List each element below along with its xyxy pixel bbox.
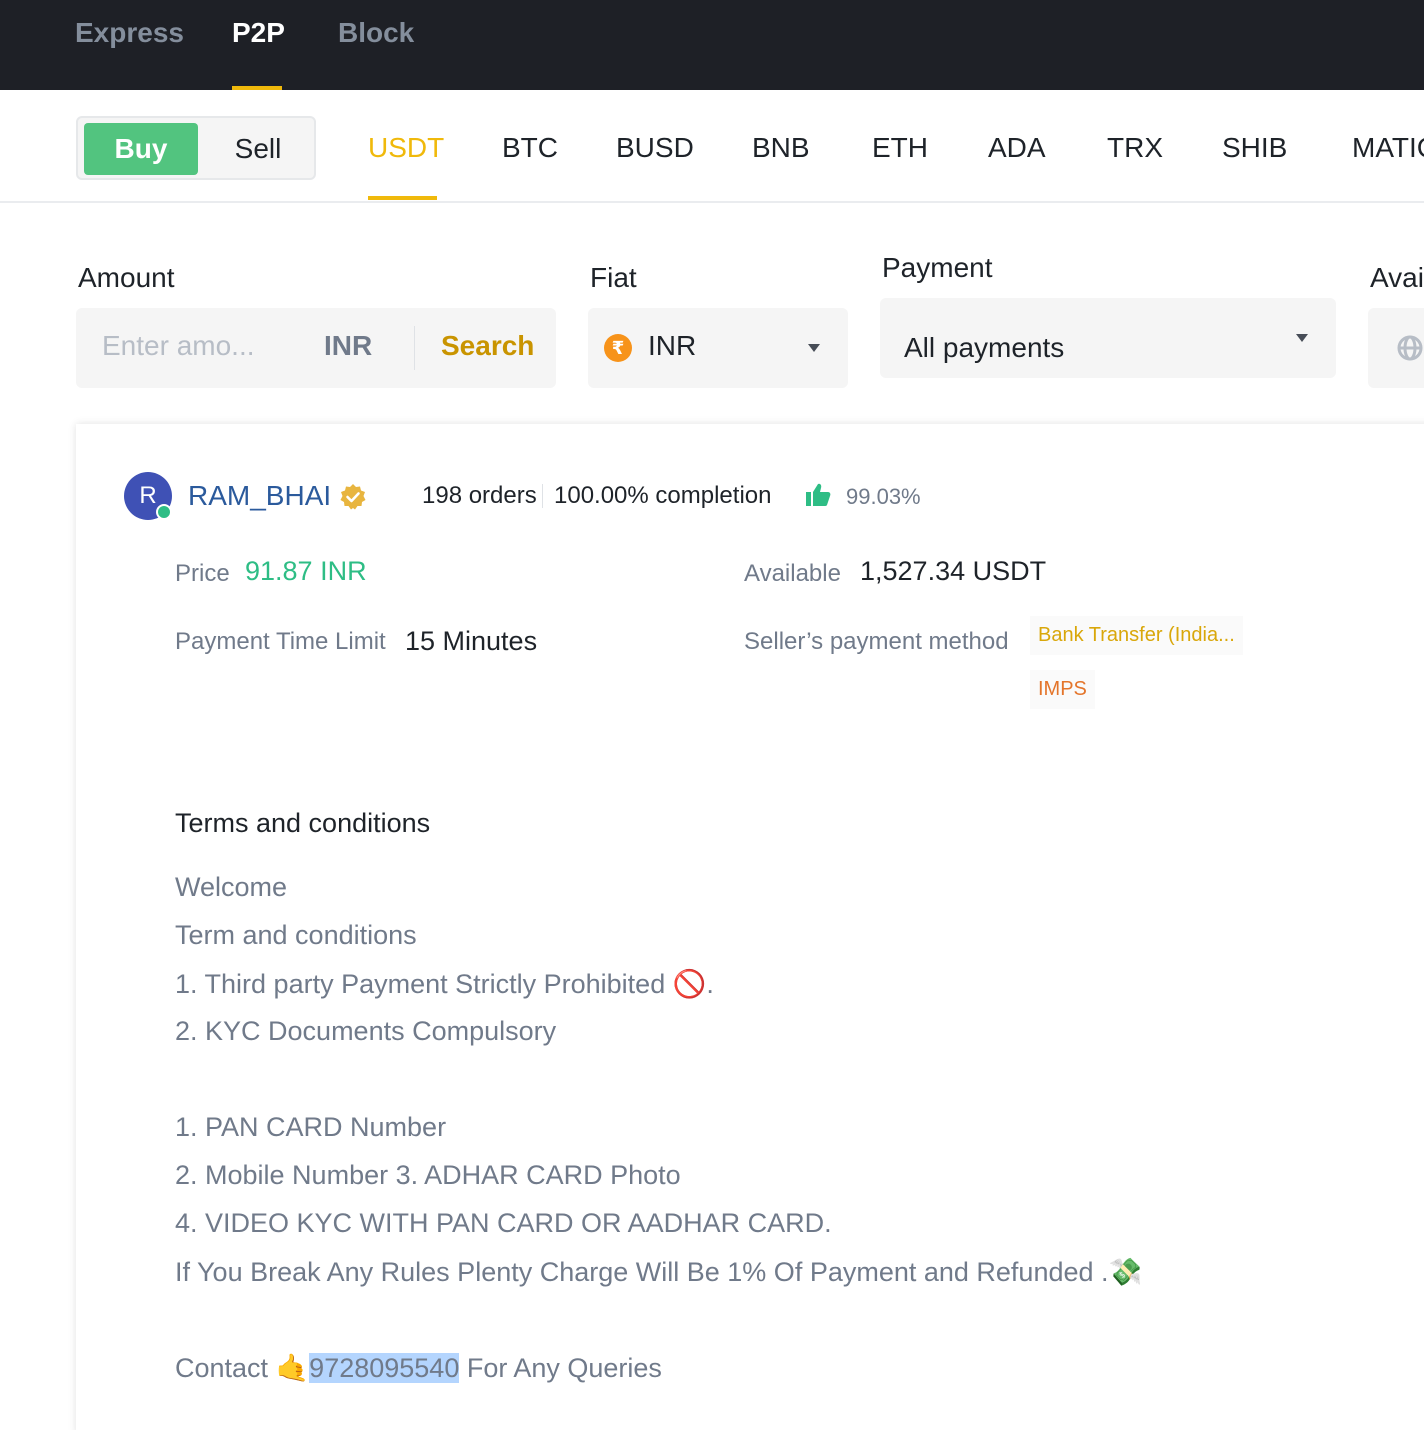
available-label: Available [744,560,841,587]
active-coin-indicator [368,196,437,200]
terms-line: 2. KYC Documents Compulsory [175,1016,557,1046]
coin-tab-shib[interactable]: SHIB [1222,132,1287,164]
amount-input[interactable]: Enter amo... [102,330,302,362]
terms-line: 1. PAN CARD Number [175,1112,447,1142]
payment-method-label: Seller’s payment method [744,628,1009,655]
price-value: 91.87 INR [245,556,367,586]
terms-line: Welcome [175,872,288,902]
coin-tab-ada[interactable]: ADA [988,132,1046,164]
listing-card: R RAM_BHAI 198 orders 100.00% completion… [76,424,1424,1430]
fiat-label: Fiat [590,262,637,293]
positive-rating: 99.03% [846,484,921,509]
tab-express[interactable]: Express [75,17,184,49]
advertiser-name[interactable]: RAM_BHAI [188,480,331,512]
amount-label: Amount [78,262,175,293]
buy-sell-toggle: Buy Sell [76,116,316,180]
coin-tab-btc[interactable]: BTC [502,132,558,164]
fiat-select[interactable]: ₹ INR [588,308,848,388]
payment-method-tag: IMPS [1030,670,1095,709]
globe-icon [1397,335,1423,361]
divider [542,484,543,508]
coin-bar: Buy Sell USDT BTC BUSD BNB ETH ADA TRX S… [0,90,1424,203]
terms-line: 4. VIDEO KYC WITH PAN CARD OR AADHAR CAR… [175,1208,832,1238]
chevron-down-icon [808,344,820,352]
amount-currency: INR [324,330,373,361]
terms-line: Term and conditions [175,920,417,950]
online-status-dot [156,504,172,520]
verified-badge-icon [340,484,366,510]
tab-block[interactable]: Block [338,17,414,49]
time-limit-label: Payment Time Limit [175,628,386,655]
amount-filter: Enter amo... INR Search [76,308,556,388]
chevron-down-icon [1296,334,1308,342]
terms-title: Terms and conditions [175,808,431,838]
contact-number[interactable]: 9728095540 [309,1353,460,1383]
terms-line: 2. Mobile Number 3. ADHAR CARD Photo [175,1160,681,1190]
orders-count: 198 orders [422,482,537,509]
available-value: 1,527.34 USDT [860,556,1047,586]
coin-tab-bnb[interactable]: BNB [752,132,810,164]
contact-prefix: Contact 🤙 [175,1353,310,1383]
coin-tab-usdt[interactable]: USDT [368,132,444,164]
region-filter[interactable] [1368,308,1424,388]
payment-method-tag: Bank Transfer (India... [1030,616,1243,655]
terms-line: If You Break Any Rules Plenty Charge Wil… [175,1257,1143,1287]
buy-button[interactable]: Buy [84,123,198,175]
tab-p2p[interactable]: P2P [232,17,285,49]
terms-line: 1. Third party Payment Strictly Prohibit… [175,969,714,999]
price-label: Price [175,560,230,587]
contact-suffix: For Any Queries [459,1353,662,1383]
top-nav: Express P2P Block [0,0,1424,90]
thumbs-up-icon [806,483,831,506]
time-limit-value: 15 Minutes [405,626,538,656]
coin-tab-eth[interactable]: ETH [872,132,928,164]
coin-tab-matic[interactable]: MATIC [1352,132,1424,164]
contact-line: Contact 🤙9728095540 For Any Queries [175,1352,662,1384]
fiat-value: INR [648,330,697,361]
rupee-icon: ₹ [604,334,632,362]
payment-select[interactable]: All payments [880,298,1336,378]
available-filter-label: Avai [1370,262,1424,293]
payment-label: Payment [882,252,993,283]
sell-button[interactable]: Sell [208,123,308,175]
completion-rate: 100.00% completion [554,482,772,509]
coin-tab-busd[interactable]: BUSD [616,132,694,164]
payment-value: All payments [904,332,1065,363]
search-button[interactable]: Search [441,330,534,362]
coin-tab-trx[interactable]: TRX [1107,132,1163,164]
divider [414,326,415,370]
